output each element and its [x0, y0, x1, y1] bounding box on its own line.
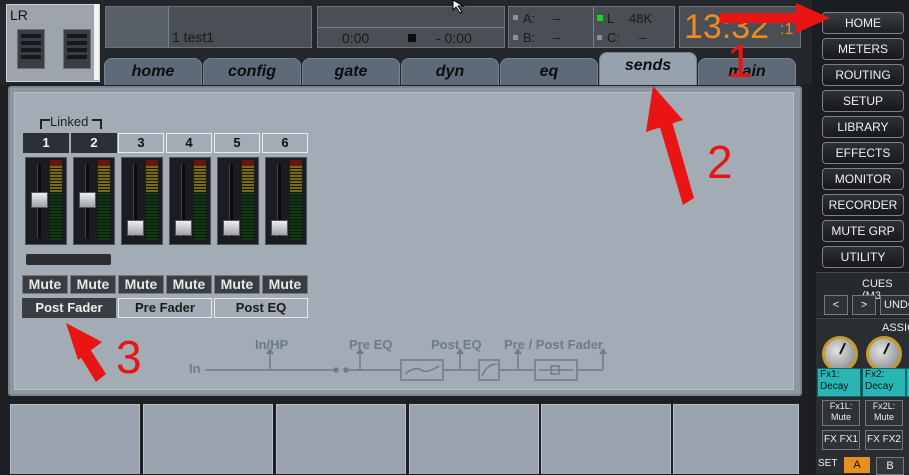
annotation-number-3: 3 — [116, 331, 142, 383]
annotation-arrow-3-head — [66, 323, 102, 360]
annotation-overlay — [66, 3, 830, 382]
annotation-arrow-2-shaft — [659, 118, 694, 205]
annotation-arrow-1-head — [796, 3, 830, 33]
annotation-arrow-1-shaft — [720, 13, 798, 23]
annotation-arrow-2-head — [646, 86, 683, 132]
annotation-number-1: 1 — [727, 35, 753, 87]
annotation-number-2: 2 — [707, 136, 733, 188]
